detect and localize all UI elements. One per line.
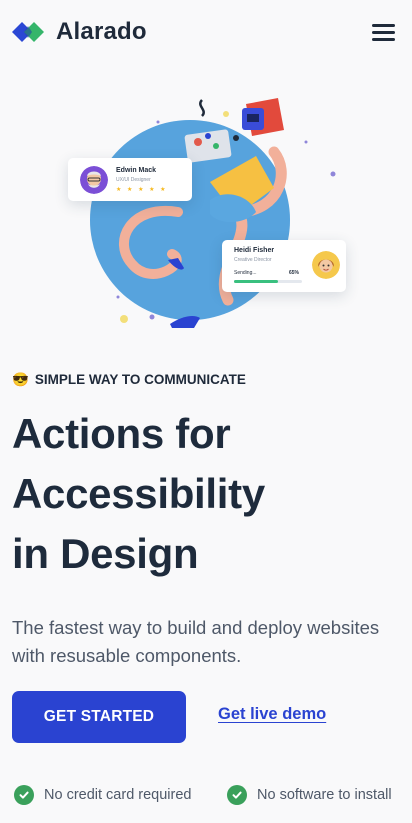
hero-headline: Actions for Accessibility in Design <box>12 404 402 584</box>
hero-artwork <box>90 98 336 328</box>
headline-line: Accessibility <box>12 470 265 517</box>
feature-item: No credit card required <box>14 784 192 806</box>
upload-percent: 65% <box>289 270 300 276</box>
eyebrow-tagline: 😎 SIMPLE WAY TO COMMUNICATE <box>12 372 246 388</box>
card-name: Edwin Mack <box>116 167 157 174</box>
avatar <box>80 166 108 194</box>
get-started-button[interactable]: GET STARTED <box>12 691 186 743</box>
feature-label: No credit card required <box>44 787 192 803</box>
brand-name[interactable]: Alarado <box>56 18 147 46</box>
eyebrow-text: SIMPLE WAY TO COMMUNICATE <box>34 372 246 387</box>
rating-stars: ★ ★ ★ ★ ★ <box>116 187 168 193</box>
headline-line: Actions for <box>12 410 231 457</box>
live-demo-link[interactable]: Get live demo <box>218 705 326 724</box>
profile-card: Edwin Mack UX/UI Designer ★ ★ ★ ★ ★ <box>68 158 192 201</box>
feature-label: No software to install <box>257 787 392 803</box>
diamond-logo-icon[interactable] <box>12 20 46 44</box>
feature-item: No software to install <box>227 784 392 806</box>
check-circle-icon <box>227 785 247 805</box>
check-circle-icon <box>14 785 34 805</box>
site-header: Alarado <box>0 0 412 64</box>
avatar <box>312 251 340 279</box>
hero-illustration: Edwin Mack UX/UI Designer ★ ★ ★ ★ ★ Heid… <box>60 92 360 337</box>
card-name: Heidi Fisher <box>234 247 275 254</box>
upload-status: Sending... <box>234 270 257 276</box>
sunglasses-emoji-icon: 😎 <box>12 372 29 387</box>
upload-card: Heidi Fisher Creative Director Sending..… <box>222 240 346 292</box>
progress-bar <box>234 280 302 283</box>
headline-line: in Design <box>12 530 199 577</box>
card-role: UX/UI Designer <box>116 177 151 183</box>
card-role: Creative Director <box>234 257 272 263</box>
hamburger-menu-icon[interactable] <box>372 22 396 42</box>
hero-subtitle: The fastest way to build and deploy webs… <box>12 617 380 666</box>
progress-fill <box>234 280 279 283</box>
